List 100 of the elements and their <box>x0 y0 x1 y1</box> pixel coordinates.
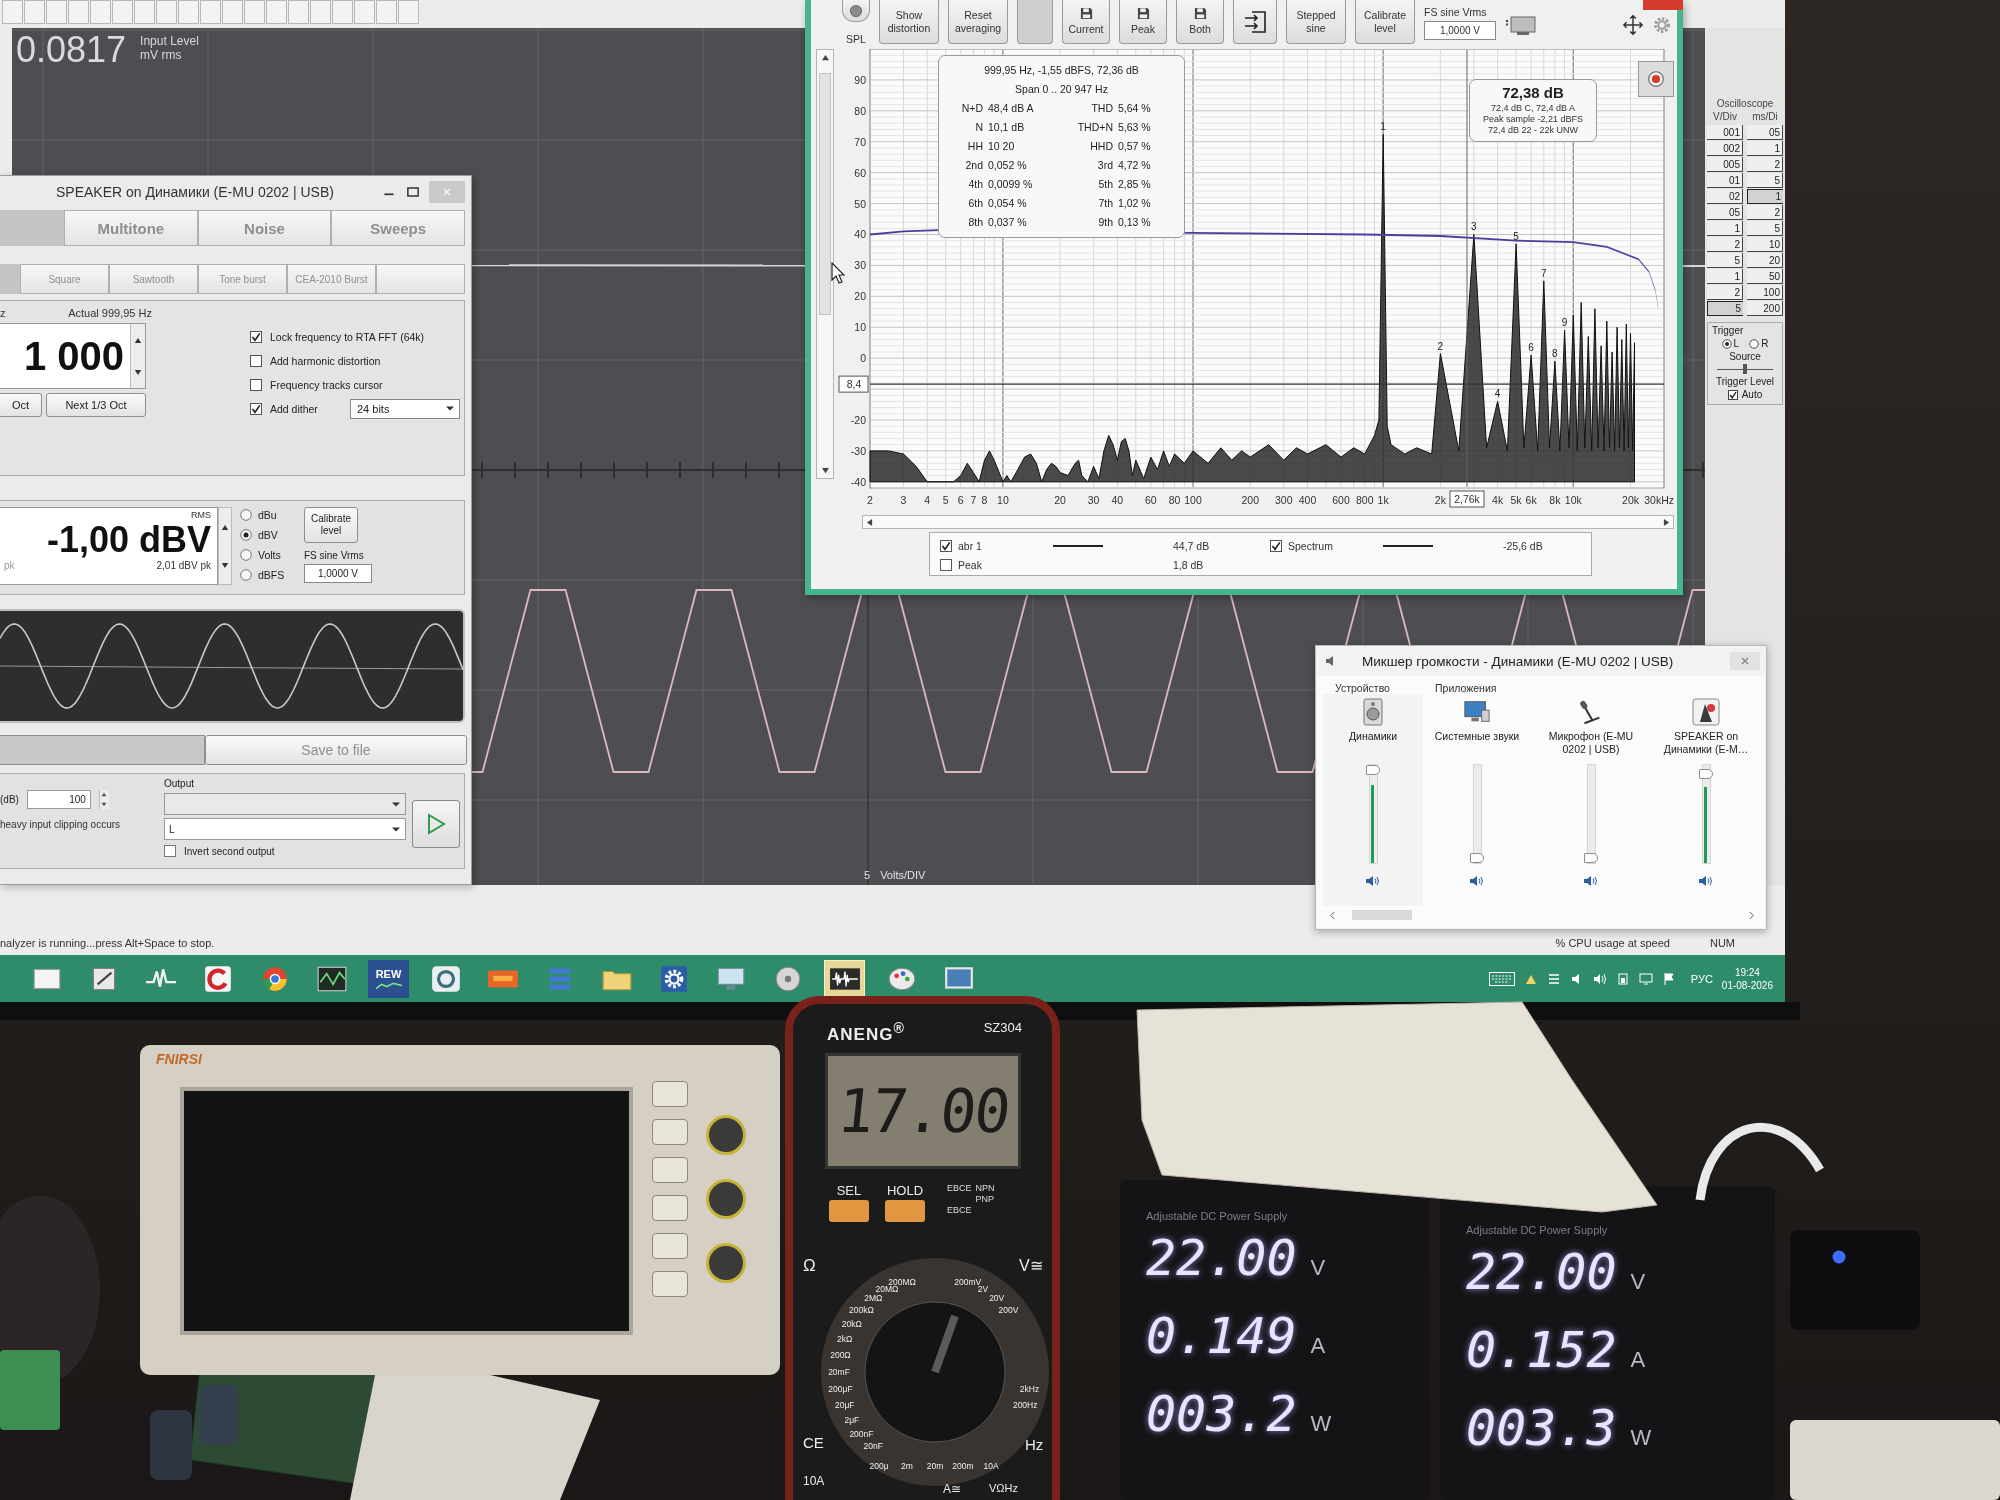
dither-dropdown[interactable]: 24 bits <box>350 398 460 419</box>
toolbar-button[interactable]: Show distortion <box>879 0 939 44</box>
scale-option-button[interactable]: 5 <box>1707 301 1743 316</box>
radio-button[interactable] <box>1749 338 1760 349</box>
checkbox[interactable] <box>250 330 262 343</box>
toolbar-button[interactable] <box>842 0 870 22</box>
battery-icon[interactable] <box>1615 971 1630 986</box>
device-button[interactable] <box>652 1233 688 1259</box>
keyboard-icon[interactable] <box>1488 971 1515 986</box>
radio-button[interactable] <box>240 528 252 541</box>
level-field[interactable]: RMS -1,00 dBV pk 2,01 dBV pk <box>0 507 218 585</box>
volume-icon[interactable] <box>1469 874 1485 888</box>
scrollbar-thumb[interactable] <box>819 73 831 315</box>
scale-option-button[interactable]: 002 <box>1707 141 1743 156</box>
volume-icon[interactable] <box>1698 874 1714 888</box>
clock-time[interactable]: 19:24 <box>1734 965 1760 979</box>
octave-button[interactable]: Oct <box>0 393 42 417</box>
fs-voltage-field[interactable]: 1,0000 V <box>1424 21 1496 40</box>
scale-option-button[interactable]: 1 <box>1747 189 1783 204</box>
volume-slider[interactable] <box>1701 764 1711 864</box>
scale-option-button[interactable]: 1 <box>1747 141 1783 156</box>
scrollbar[interactable] <box>862 515 1674 529</box>
radio-button[interactable] <box>1721 338 1732 349</box>
scale-option-button[interactable]: 50 <box>1747 269 1783 284</box>
save-button[interactable]: Peak <box>1119 0 1167 44</box>
calibrate-button[interactable]: Calibrate level <box>304 507 358 543</box>
bars-icon[interactable] <box>1546 971 1561 986</box>
output-dropdown[interactable]: L <box>164 818 406 840</box>
chevron-right-icon[interactable] <box>1748 910 1755 920</box>
scale-option-button[interactable]: 2 <box>1707 285 1743 300</box>
scale-option-button[interactable]: 001 <box>1707 125 1743 140</box>
slider-thumb[interactable] <box>1743 364 1747 374</box>
scale-option-button[interactable]: 20 <box>1747 253 1783 268</box>
scrollbar[interactable] <box>816 49 834 479</box>
device-button[interactable] <box>652 1119 688 1145</box>
chevron-left-icon[interactable] <box>1329 910 1336 920</box>
move-arrows-icon[interactable] <box>1622 14 1644 36</box>
scale-option-button[interactable]: 2 <box>1707 237 1743 252</box>
device-button[interactable] <box>652 1157 688 1183</box>
caret-up-icon[interactable] <box>820 54 830 61</box>
limit-field[interactable]: 100 <box>26 790 91 809</box>
device-button[interactable] <box>652 1271 688 1297</box>
radio-button[interactable] <box>240 508 252 521</box>
caret-down-icon[interactable] <box>820 467 830 474</box>
play-button[interactable] <box>412 800 460 848</box>
toolbar-button[interactable]: Reset averaging <box>948 0 1008 44</box>
scale-option-button[interactable]: 2 <box>1747 157 1783 172</box>
volume-slider[interactable] <box>1368 764 1378 864</box>
taskbar-button[interactable]: REW <box>368 959 409 998</box>
record-button[interactable] <box>1638 61 1674 97</box>
scale-option-button[interactable]: 2 <box>1747 205 1783 220</box>
checkbox[interactable] <box>164 845 176 857</box>
meter-key[interactable] <box>829 1199 869 1222</box>
knob[interactable] <box>706 1243 746 1283</box>
toolbar-button[interactable] <box>1233 0 1277 44</box>
settings-icon[interactable] <box>1653 16 1671 34</box>
scale-option-button[interactable]: 5 <box>1747 221 1783 236</box>
close-button[interactable] <box>1730 652 1760 670</box>
toolbar-button[interactable]: Stepped sine <box>1286 0 1346 44</box>
scale-option-button[interactable]: 5 <box>1707 253 1743 268</box>
caret-left-icon[interactable] <box>866 517 873 527</box>
checkbox[interactable] <box>250 402 262 415</box>
monitor-icon[interactable] <box>1638 971 1653 986</box>
toolbar-button[interactable]: Calibrate level <box>1355 0 1415 44</box>
radio-button[interactable] <box>240 568 252 581</box>
scale-option-button[interactable]: 02 <box>1707 189 1743 204</box>
volume-slider[interactable] <box>1472 764 1482 864</box>
checkbox[interactable] <box>940 539 952 552</box>
slider-thumb[interactable] <box>1365 765 1380 775</box>
scale-option-button[interactable]: 5 <box>1747 173 1783 188</box>
scale-option-button[interactable]: 05 <box>1707 205 1743 220</box>
octave-button[interactable]: Next 1/3 Oct <box>46 393 146 417</box>
scale-option-button[interactable]: 005 <box>1707 157 1743 172</box>
checkbox[interactable] <box>1727 389 1738 400</box>
caret-down-icon[interactable] <box>134 368 142 376</box>
volume-icon[interactable] <box>1583 874 1599 888</box>
knob[interactable] <box>706 1179 746 1219</box>
volume-slider[interactable] <box>1586 764 1596 864</box>
volume-icon[interactable] <box>1592 971 1607 986</box>
device-button[interactable] <box>652 1081 688 1107</box>
clock-date[interactable]: 01-08-2026 <box>1721 978 1773 992</box>
scale-option-button[interactable]: 1 <box>1707 269 1743 284</box>
caret-up-icon[interactable] <box>221 523 229 531</box>
slider-thumb[interactable] <box>1469 853 1484 863</box>
checkbox[interactable] <box>250 354 262 367</box>
slider-thumb[interactable] <box>1698 768 1713 779</box>
scale-option-button[interactable]: 01 <box>1707 173 1743 188</box>
frequency-field[interactable]: 1 000 <box>0 323 146 389</box>
flag-icon[interactable] <box>1661 971 1676 986</box>
checkbox[interactable] <box>1270 539 1282 552</box>
checkbox[interactable] <box>940 558 952 571</box>
scrollbar-thumb[interactable] <box>1352 910 1412 920</box>
taskbar-button[interactable] <box>824 959 865 998</box>
scale-option-button[interactable]: 1 <box>1707 221 1743 236</box>
volume-icon[interactable] <box>1365 874 1381 888</box>
slider-thumb[interactable] <box>1583 853 1598 863</box>
caret-up-icon[interactable] <box>101 792 108 798</box>
language-indicator[interactable]: РУС <box>1690 972 1713 985</box>
scale-option-button[interactable]: 10 <box>1747 237 1783 252</box>
maximize-icon[interactable] <box>405 184 421 200</box>
